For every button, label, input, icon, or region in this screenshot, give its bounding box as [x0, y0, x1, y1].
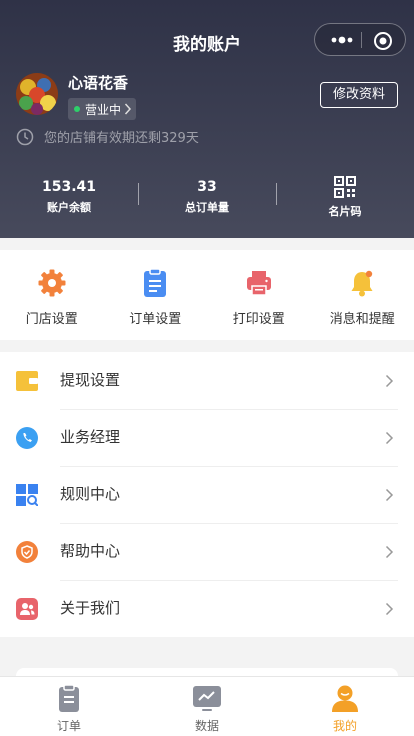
rules-grid-icon — [16, 484, 38, 506]
order-count-value: 33 — [197, 179, 217, 195]
balance-value: 153.41 — [41, 179, 97, 195]
store-status-badge[interactable]: 营业中 — [68, 98, 136, 120]
me-tab-icon — [332, 685, 358, 712]
order-tab-icon — [59, 684, 79, 712]
menu-item-withdraw-settings[interactable]: 提现设置 — [0, 352, 414, 409]
tab-me[interactable]: 我的 — [276, 677, 414, 736]
chevron-right-icon — [385, 545, 394, 559]
tab-orders[interactable]: 订单 — [0, 677, 138, 736]
data-tab-icon — [193, 686, 221, 711]
gear-icon — [38, 269, 66, 297]
wallet-icon — [16, 371, 38, 391]
avatar[interactable] — [16, 73, 58, 115]
chevron-right-icon — [385, 488, 394, 502]
settings-menu: 提现设置 业务经理 规则中心 帮助中心 关于我们 — [0, 352, 414, 637]
store-settings-label: 门店设置 — [25, 312, 78, 327]
chevron-right-icon — [385, 602, 394, 616]
notifications-button[interactable]: 消息和提醒 — [311, 250, 414, 340]
account-stats: 153.41 账户余额 33 总订单量 名片码 — [0, 168, 414, 220]
menu-label: 规则中心 — [60, 485, 121, 503]
shield-icon — [16, 541, 38, 563]
menu-label: 关于我们 — [60, 599, 121, 617]
order-settings-label: 订单设置 — [129, 312, 182, 327]
notifications-label: 消息和提醒 — [329, 312, 395, 327]
more-icon[interactable] — [325, 31, 359, 49]
printer-icon — [246, 271, 271, 296]
close-mini-program-icon[interactable] — [373, 31, 393, 51]
menu-label: 业务经理 — [60, 428, 121, 446]
capsule-divider — [361, 32, 362, 48]
print-settings-button[interactable]: 打印设置 — [207, 250, 311, 340]
tab-data[interactable]: 数据 — [138, 677, 276, 736]
bell-icon — [351, 270, 373, 297]
status-dot — [74, 106, 80, 112]
menu-item-account-manager[interactable]: 业务经理 — [0, 409, 414, 466]
store-settings-button[interactable]: 门店设置 — [0, 250, 104, 340]
tab-label: 订单 — [56, 719, 81, 733]
balance-label: 账户余额 — [47, 201, 91, 214]
order-count-stat[interactable]: 33 总订单量 — [138, 168, 276, 220]
shop-name: 心语花香 — [68, 74, 129, 92]
tab-label: 数据 — [194, 719, 219, 733]
bottom-tab-bar: 订单 数据 我的 — [0, 676, 414, 736]
business-card-code-stat[interactable]: 名片码 — [276, 168, 414, 220]
menu-item-about-us[interactable]: 关于我们 — [0, 580, 414, 637]
clipboard-icon — [144, 268, 167, 297]
business-card-code-label: 名片码 — [328, 205, 362, 218]
clock-icon — [16, 128, 34, 145]
account-header: 我的账户 心语花香 营业中 修改资料 您的店铺有效期还剩329天 153.41 … — [0, 0, 414, 238]
people-icon — [16, 598, 38, 620]
order-settings-button[interactable]: 订单设置 — [104, 250, 208, 340]
order-count-label: 总订单量 — [185, 201, 229, 214]
tab-label: 我的 — [332, 719, 357, 733]
phone-icon — [16, 427, 38, 449]
print-settings-label: 打印设置 — [232, 312, 285, 327]
balance-stat[interactable]: 153.41 账户余额 — [0, 168, 138, 220]
menu-label: 帮助中心 — [60, 542, 121, 560]
menu-item-rules-center[interactable]: 规则中心 — [0, 466, 414, 523]
qr-code-icon — [334, 176, 356, 198]
mini-program-capsule — [314, 23, 406, 56]
edit-profile-button[interactable]: 修改资料 — [320, 82, 398, 108]
status-text: 营业中 — [85, 102, 122, 117]
chevron-right-icon — [385, 374, 394, 388]
menu-item-help-center[interactable]: 帮助中心 — [0, 523, 414, 580]
quick-settings: 门店设置 订单设置 打印设置 消息和提醒 — [0, 250, 414, 340]
validity-text: 您的店铺有效期还剩329天 — [44, 131, 199, 146]
menu-label: 提现设置 — [60, 371, 121, 389]
chevron-right-icon — [385, 431, 394, 445]
chevron-right-icon — [124, 103, 132, 115]
store-validity: 您的店铺有效期还剩329天 — [16, 127, 199, 146]
